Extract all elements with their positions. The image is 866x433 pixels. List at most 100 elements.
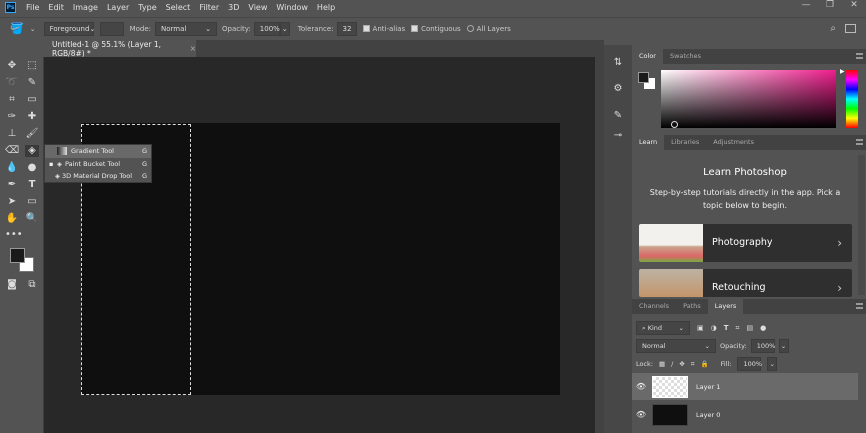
close-tab-button[interactable]: × — [190, 44, 196, 53]
tab-swatches[interactable]: Swatches — [663, 49, 708, 64]
eyedropper-tool-icon[interactable]: ✑ — [5, 111, 19, 123]
menu-file[interactable]: File — [26, 3, 39, 12]
tab-channels[interactable]: Channels — [632, 299, 676, 314]
menu-3d[interactable]: 3D — [228, 3, 239, 12]
blur-tool-icon[interactable]: 💧 — [5, 162, 19, 174]
layer-row-layer-0[interactable]: 👁 Layer 0 — [632, 401, 858, 428]
minimize-button[interactable]: — — [794, 0, 818, 10]
quick-mask-icon[interactable]: ◙ — [5, 279, 19, 291]
lock-image-icon[interactable]: / — [671, 360, 673, 368]
visibility-eye-icon[interactable]: 👁 — [632, 410, 650, 419]
filter-type-icon[interactable]: T — [724, 324, 729, 332]
lock-artboard-icon[interactable]: ⌗ — [691, 360, 695, 369]
pen-tool-icon[interactable]: ✒ — [5, 179, 19, 191]
properties-icon[interactable]: ⚙ — [608, 78, 628, 100]
menu-image[interactable]: Image — [73, 3, 98, 12]
fill-input[interactable]: 100% — [737, 357, 762, 371]
menu-filter[interactable]: Filter — [199, 3, 219, 12]
lock-transparent-icon[interactable]: ▦ — [659, 360, 665, 368]
document-tab[interactable]: Untitled-1 @ 55.1% (Layer 1, RGB/8#) * × — [44, 40, 196, 58]
layer-row-layer-1[interactable]: 👁 Layer 1 — [632, 373, 858, 400]
path-select-tool-icon[interactable]: ➤ — [5, 196, 19, 208]
filter-toggle-icon[interactable]: ● — [760, 324, 766, 332]
paint-bucket-tool-icon[interactable]: ◈ — [25, 145, 39, 157]
marquee-tool-icon[interactable]: ⬚ — [25, 60, 39, 72]
tab-adjustments[interactable]: Adjustments — [706, 135, 761, 150]
menu-select[interactable]: Select — [166, 3, 191, 12]
menu-window[interactable]: Window — [276, 3, 308, 12]
foreground-color-swatch[interactable] — [10, 248, 25, 263]
flyout-paint-bucket-tool[interactable]: ▪ ◈ Paint Bucket Tool G — [45, 158, 151, 171]
stamp-tool-icon[interactable]: ⊥ — [5, 128, 19, 140]
dodge-tool-icon[interactable]: ● — [25, 162, 39, 174]
lasso-tool-icon[interactable]: ➰ — [5, 77, 19, 89]
tolerance-input[interactable]: 32 — [336, 21, 357, 36]
hue-slider-arrow-icon[interactable]: ▶ — [840, 68, 845, 75]
tab-learn[interactable]: Learn — [632, 135, 665, 150]
pattern-picker[interactable] — [99, 21, 124, 36]
lock-position-icon[interactable]: ✥ — [679, 360, 684, 368]
anti-alias-checkbox[interactable] — [362, 25, 370, 32]
adjust-icon[interactable]: ⊸ — [608, 125, 628, 147]
more-tools-icon[interactable]: ••• — [5, 229, 23, 241]
quick-select-tool-icon[interactable]: ✎ — [25, 77, 39, 89]
menu-edit[interactable]: Edit — [48, 3, 64, 12]
filter-smart-object-icon[interactable]: ▤ — [746, 324, 753, 332]
menu-view[interactable]: View — [248, 3, 267, 12]
workspace-icon[interactable] — [845, 24, 856, 33]
layer-opacity-dropdown[interactable]: ⌄ — [778, 339, 789, 353]
canvas-scrollbar[interactable] — [595, 40, 604, 433]
filter-shape-icon[interactable]: ⌗ — [736, 324, 740, 333]
learn-card-retouching[interactable]: Retouching › — [639, 269, 852, 297]
mode-select[interactable]: Normal ⌄ — [155, 21, 218, 36]
filter-adjustment-icon[interactable]: ◑ — [711, 324, 717, 332]
learn-card-photography[interactable]: Photography › — [639, 224, 852, 262]
close-button[interactable]: ✕ — [842, 0, 866, 10]
type-tool-icon[interactable]: T — [25, 179, 39, 191]
eraser-tool-icon[interactable]: ⌫ — [5, 145, 19, 157]
healing-tool-icon[interactable]: ✚ — [25, 111, 39, 123]
visibility-eye-icon[interactable]: 👁 — [632, 382, 650, 391]
search-icon[interactable]: ⌕ — [830, 23, 836, 34]
layer-opacity-input[interactable]: 100% — [750, 339, 775, 353]
learn-scrollbar[interactable] — [858, 155, 865, 295]
paint-bucket-preset-icon[interactable]: 🪣 — [10, 22, 24, 35]
flyout-3d-material-drop-tool[interactable]: ◈ 3D Material Drop Tool G — [45, 170, 151, 183]
saturation-value-field[interactable] — [661, 70, 836, 128]
panel-foreground-swatch[interactable] — [638, 72, 649, 83]
zoom-tool-icon[interactable]: 🔍 — [25, 213, 39, 225]
tab-layers[interactable]: Layers — [707, 299, 744, 314]
opacity-dropdown[interactable]: ⌄ — [279, 21, 290, 36]
move-tool-icon[interactable]: ✥ — [5, 60, 19, 72]
panel-menu-icon[interactable] — [856, 303, 863, 309]
brush-tool-icon[interactable]: 🖌 — [25, 128, 39, 140]
contiguous-checkbox[interactable] — [411, 25, 419, 32]
all-layers-checkbox[interactable] — [466, 25, 474, 32]
screen-mode-icon[interactable]: ⧉ — [25, 279, 39, 291]
fill-dropdown[interactable]: ⌄ — [767, 357, 778, 371]
lock-all-icon[interactable]: 🔒 — [701, 360, 709, 368]
history-icon[interactable]: ⇅ — [608, 52, 628, 74]
brush-settings-icon[interactable]: ✎ — [608, 105, 628, 127]
panel-menu-icon[interactable] — [856, 53, 863, 59]
tab-libraries[interactable]: Libraries — [664, 135, 706, 150]
frame-tool-icon[interactable]: ▭ — [25, 94, 39, 106]
opacity-input[interactable]: 100% — [253, 21, 280, 36]
menu-layer[interactable]: Layer — [107, 3, 129, 12]
panel-menu-icon[interactable] — [856, 139, 863, 145]
flyout-gradient-tool[interactable]: Gradient Tool G — [45, 145, 151, 158]
hue-slider[interactable] — [846, 70, 858, 128]
menu-type[interactable]: Type — [138, 3, 156, 12]
layer-filter-select[interactable]: ⌕ Kind ⌄ — [636, 321, 690, 335]
restore-button[interactable]: ❐ — [818, 0, 842, 10]
hand-tool-icon[interactable]: ✋ — [5, 213, 19, 225]
color-picker-handle[interactable] — [671, 121, 678, 128]
blend-mode-select[interactable]: Normal ⌄ — [636, 339, 716, 353]
menu-help[interactable]: Help — [317, 3, 335, 12]
tab-color[interactable]: Color — [632, 49, 663, 64]
rectangle-tool-icon[interactable]: ▭ — [25, 196, 39, 208]
filter-pixel-icon[interactable]: ▣ — [697, 324, 704, 332]
fill-source-select[interactable]: Foreground ⌄ — [43, 21, 95, 36]
tab-paths[interactable]: Paths — [676, 299, 708, 314]
crop-tool-icon[interactable]: ⌗ — [5, 94, 19, 106]
